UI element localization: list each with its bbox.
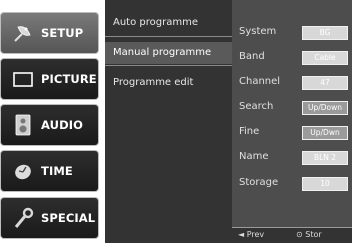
tv-screen-icon xyxy=(12,67,34,91)
setting-label: Name xyxy=(239,151,269,162)
setting-label: Search xyxy=(239,101,274,112)
setting-value[interactable]: Cable xyxy=(302,51,348,65)
speaker-icon xyxy=(12,113,34,137)
tab-special[interactable]: SPECIAL xyxy=(0,197,99,239)
setting-value[interactable]: Up/Down xyxy=(302,101,348,115)
submenu-item-label: Programme edit xyxy=(113,77,194,88)
setting-row-system[interactable]: System BG xyxy=(232,24,352,44)
submenu-item-programme-edit[interactable]: Programme edit xyxy=(105,72,232,94)
setting-value[interactable]: BLN 2 xyxy=(302,151,348,165)
setting-value[interactable]: BG xyxy=(302,26,348,40)
setup-panel: Auto programme Manual programme Programm… xyxy=(105,0,352,243)
setting-row-channel[interactable]: Channel 47 xyxy=(232,74,352,94)
setting-label: Band xyxy=(239,51,265,62)
tools-icon xyxy=(12,206,34,230)
store-hint: ⊙ Stor xyxy=(296,230,322,239)
setting-label: Fine xyxy=(239,126,260,137)
setting-label: Channel xyxy=(239,76,281,87)
tab-setup[interactable]: SETUP xyxy=(0,12,99,54)
prev-hint: ◄ Prev xyxy=(238,230,265,239)
setting-value[interactable]: Up/Dwn xyxy=(302,126,348,140)
setting-row-band[interactable]: Band Cable xyxy=(232,49,352,69)
clock-icon xyxy=(12,159,34,183)
setting-value[interactable]: 10 xyxy=(302,177,348,191)
tab-label: SPECIAL xyxy=(41,211,96,225)
submenu: Auto programme Manual programme Programm… xyxy=(105,0,232,243)
setting-row-storage[interactable]: Storage 10 xyxy=(232,175,352,195)
divider xyxy=(105,65,232,66)
tab-picture[interactable]: PICTURE xyxy=(0,58,99,100)
setting-label: Storage xyxy=(239,177,279,188)
setting-value[interactable]: 47 xyxy=(302,76,348,90)
setting-row-name[interactable]: Name BLN 2 xyxy=(232,149,352,169)
submenu-item-label: Auto programme xyxy=(113,17,198,28)
manual-programme-settings: System BG Band Cable Channel 47 Search U… xyxy=(232,0,352,243)
setting-row-fine[interactable]: Fine Up/Dwn xyxy=(232,124,352,144)
tab-label: AUDIO xyxy=(41,118,83,132)
setting-label: System xyxy=(239,26,277,37)
tab-label: SETUP xyxy=(41,26,84,40)
setting-row-search[interactable]: Search Up/Down xyxy=(232,99,352,119)
tab-audio[interactable]: AUDIO xyxy=(0,104,99,146)
submenu-item-label: Manual programme xyxy=(113,47,212,58)
divider xyxy=(105,36,232,37)
tab-label: TIME xyxy=(41,164,73,178)
submenu-item-manual-programme[interactable]: Manual programme xyxy=(105,42,232,64)
satellite-dish-icon xyxy=(12,21,34,45)
tab-label: PICTURE xyxy=(41,72,97,86)
submenu-item-auto-programme[interactable]: Auto programme xyxy=(105,12,232,34)
tab-time[interactable]: TIME xyxy=(0,150,99,192)
hint-bar: ◄ Prev ⊙ Stor xyxy=(232,228,352,243)
